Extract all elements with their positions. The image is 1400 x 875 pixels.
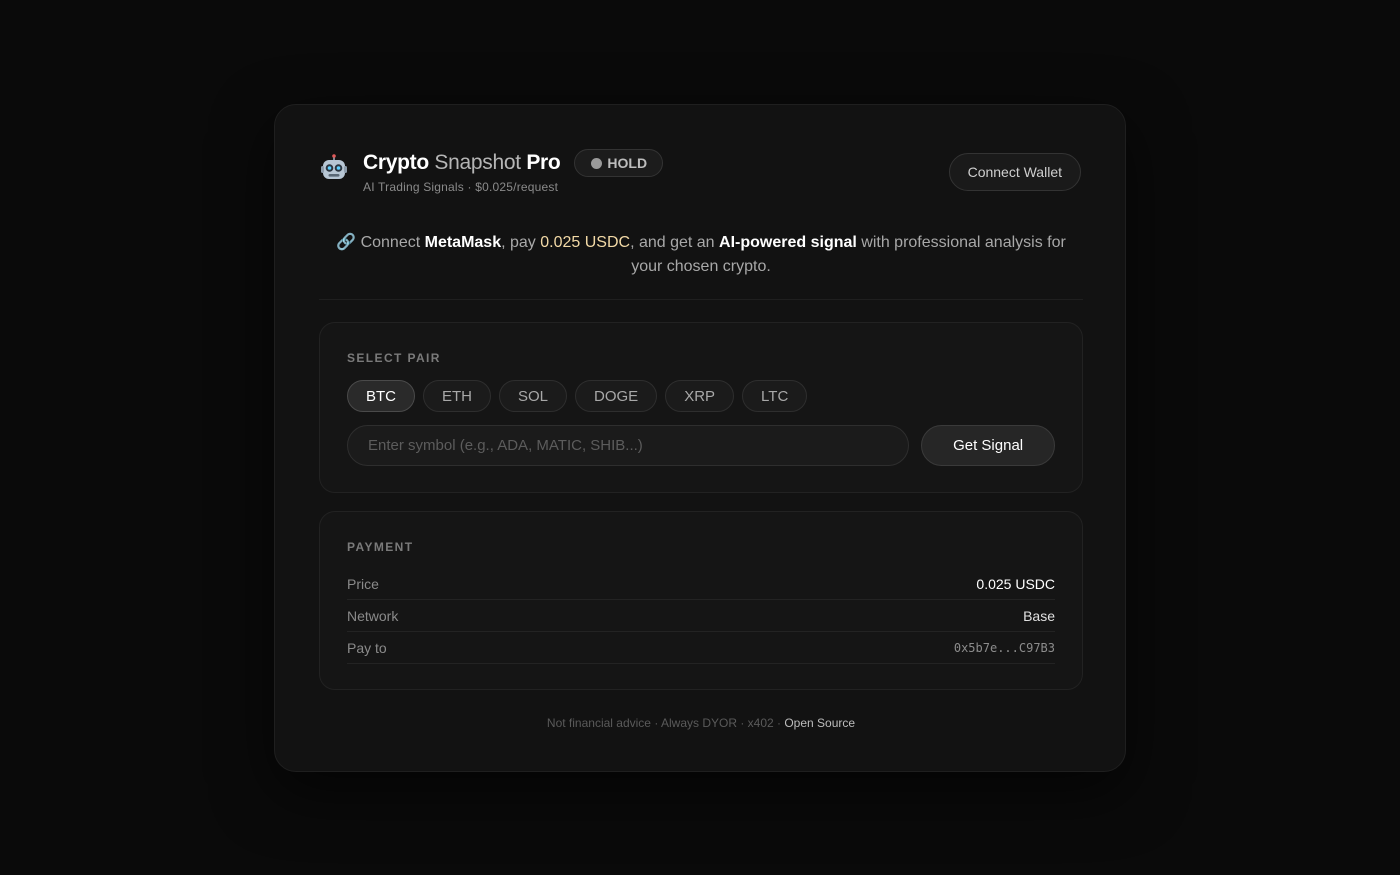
robot-icon [321, 154, 347, 179]
intro-t2: , pay [501, 234, 541, 251]
main-card: Crypto Snapshot Pro HOLD AI Trading Sign… [274, 104, 1126, 772]
select-pair-panel: SELECT PAIR BTCETHSOLDOGEXRPLTC Get Sign… [319, 322, 1083, 493]
get-signal-button[interactable]: Get Signal [921, 425, 1055, 466]
payment-rows: Price 0.025 USDC Network Base Pay to 0x5… [347, 568, 1055, 664]
footer-disclaimer: Not financial advice · Always DYOR · x40… [546, 716, 785, 730]
payto-address: 0x5b7e...C97B3 [953, 640, 1055, 655]
title-crypto: Crypto [363, 151, 429, 174]
payment-row-network: Network Base [347, 600, 1055, 632]
footer: Not financial advice · Always DYOR · x40… [319, 716, 1083, 730]
pair-pill-sol[interactable]: SOL [499, 380, 568, 412]
title-pro: Pro [526, 151, 561, 174]
intro-ai-signal: AI-powered signal [719, 234, 857, 251]
divider [319, 299, 1083, 300]
signal-badge-label: HOLD [607, 155, 648, 171]
app-title: Crypto Snapshot Pro [363, 151, 561, 175]
title-snapshot: Snapshot [434, 151, 521, 174]
select-pair-label: SELECT PAIR [347, 351, 441, 365]
payto-key: Pay to [347, 639, 387, 656]
intro-t1: Connect [360, 234, 425, 251]
price-value: 0.025 USDC [976, 575, 1055, 592]
symbol-row: Get Signal [347, 425, 1055, 466]
pair-pill-xrp[interactable]: XRP [665, 380, 735, 412]
payment-label: PAYMENT [347, 540, 414, 554]
header: Crypto Snapshot Pro HOLD AI Trading Sign… [319, 105, 1081, 201]
pair-pill-ltc[interactable]: LTC [742, 380, 808, 412]
signal-badge: HOLD [574, 149, 664, 177]
pair-pill-doge[interactable]: DOGE [575, 380, 658, 412]
subtitle: AI Trading Signals · $0.025/request [363, 180, 559, 194]
open-source-link[interactable]: Open Source [784, 716, 855, 730]
pair-pill-eth[interactable]: ETH [423, 380, 491, 412]
status-dot-icon [591, 157, 603, 169]
intro-text: 🔗 Connect MetaMask, pay 0.025 USDC, and … [319, 201, 1083, 299]
network-value: Base [1023, 607, 1055, 624]
intro-metamask: MetaMask [424, 234, 502, 251]
payment-panel: PAYMENT Price 0.025 USDC Network Base Pa… [319, 511, 1083, 690]
payment-row-payto: Pay to 0x5b7e...C97B3 [347, 632, 1055, 664]
brand: Crypto Snapshot Pro HOLD [363, 149, 664, 177]
pair-pill-btc[interactable]: BTC [347, 380, 415, 412]
price-key: Price [347, 575, 379, 592]
intro-price: 0.025 USDC [540, 234, 631, 251]
network-key: Network [347, 607, 399, 624]
payment-row-price: Price 0.025 USDC [347, 568, 1055, 600]
symbol-input[interactable] [347, 425, 910, 466]
link-icon: 🔗 [336, 234, 357, 251]
pair-pills: BTC ETH SOL DOGE XRP LTC [347, 380, 1055, 412]
intro-t3: , and get an [630, 234, 720, 251]
connect-wallet-button[interactable]: Connect Wallet [948, 153, 1081, 191]
